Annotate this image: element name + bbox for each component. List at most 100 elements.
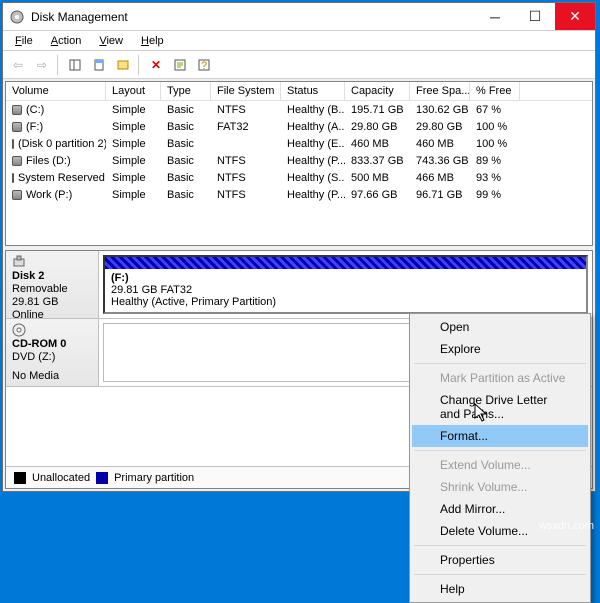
volume-free: 743.36 GB: [410, 154, 470, 168]
volume-capacity: 460 MB: [345, 137, 410, 151]
volume-name: (Disk 0 partition 2): [18, 138, 106, 150]
volume-row[interactable]: Work (P:)SimpleBasicNTFSHealthy (P...97.…: [6, 186, 592, 203]
show-hide-icon[interactable]: [64, 54, 86, 76]
volume-layout: Simple: [106, 120, 161, 134]
volume-icon: [12, 156, 22, 166]
col-capacity[interactable]: Capacity: [345, 82, 410, 100]
maximize-button[interactable]: ☐: [515, 3, 555, 30]
ctx-shrink: Shrink Volume...: [412, 476, 588, 498]
volume-layout: Simple: [106, 137, 161, 151]
volume-row[interactable]: (C:)SimpleBasicNTFSHealthy (B...195.71 G…: [6, 101, 592, 118]
close-button[interactable]: ✕: [555, 3, 595, 30]
volume-capacity: 500 MB: [345, 171, 410, 185]
cdrom-name: CD-ROM 0: [12, 338, 92, 350]
watermark: wsxdn.com: [539, 520, 594, 532]
volume-name: (C:): [26, 104, 44, 116]
volume-pct: 100 %: [470, 120, 520, 134]
volume-name: Work (P:): [26, 189, 72, 201]
volume-row[interactable]: Files (D:)SimpleBasicNTFSHealthy (P...83…: [6, 152, 592, 169]
volume-type: Basic: [161, 120, 211, 134]
properties-icon[interactable]: [169, 54, 191, 76]
cdrom-status: No Media: [12, 370, 92, 382]
volume-free: 96.71 GB: [410, 188, 470, 202]
col-layout[interactable]: Layout: [106, 82, 161, 100]
volume-type: Basic: [161, 188, 211, 202]
volume-icon: [12, 122, 22, 132]
volume-pct: 89 %: [470, 154, 520, 168]
volume-list[interactable]: Volume Layout Type File System Status Ca…: [5, 81, 593, 246]
volume-type: Basic: [161, 137, 211, 151]
cdrom-icon: [12, 323, 26, 337]
volume-pct: 93 %: [470, 171, 520, 185]
menu-file[interactable]: File: [7, 33, 41, 49]
volume-status: Healthy (A...: [281, 120, 345, 134]
back-icon[interactable]: ⇦: [7, 54, 29, 76]
menu-bar: File Action View Help: [3, 31, 595, 51]
disk-row-disk2: Disk 2 Removable 29.81 GB Online (F:) 29…: [6, 251, 592, 319]
ctx-format[interactable]: Format...: [412, 425, 588, 447]
partition-title: (F:): [111, 272, 580, 284]
menu-help[interactable]: Help: [133, 33, 172, 49]
ctx-extend: Extend Volume...: [412, 454, 588, 476]
partition-f[interactable]: (F:) 29.81 GB FAT32 Healthy (Active, Pri…: [103, 255, 588, 314]
volume-status: Healthy (P...: [281, 154, 345, 168]
volume-status: Healthy (S...: [281, 171, 345, 185]
title-bar[interactable]: Disk Management ─ ☐ ✕: [3, 3, 595, 31]
volume-pct: 99 %: [470, 188, 520, 202]
toolbar: ⇦ ⇨ ✕ ?: [3, 51, 595, 79]
disk2-label[interactable]: Disk 2 Removable 29.81 GB Online: [6, 251, 99, 318]
volume-name: Files (D:): [26, 155, 71, 167]
col-type[interactable]: Type: [161, 82, 211, 100]
col-filesystem[interactable]: File System: [211, 82, 281, 100]
settings-icon[interactable]: [112, 54, 134, 76]
menu-action[interactable]: Action: [43, 33, 90, 49]
volume-layout: Simple: [106, 103, 161, 117]
volume-list-header: Volume Layout Type File System Status Ca…: [6, 82, 592, 101]
volume-name: (F:): [26, 121, 43, 133]
partition-header: [105, 257, 586, 269]
volume-status: Healthy (P...: [281, 188, 345, 202]
col-free[interactable]: Free Spa...: [410, 82, 470, 100]
disk2-kind: Removable: [12, 283, 92, 295]
ctx-open[interactable]: Open: [412, 316, 588, 338]
volume-fs: NTFS: [211, 171, 281, 185]
delete-icon[interactable]: ✕: [145, 54, 167, 76]
minimize-button[interactable]: ─: [475, 3, 515, 30]
volume-icon: [12, 105, 22, 115]
volume-row[interactable]: (Disk 0 partition 2)SimpleBasic Healthy (…: [6, 135, 592, 152]
volume-status: Healthy (E...: [281, 137, 345, 151]
disk2-name: Disk 2: [12, 270, 92, 282]
volume-row[interactable]: (F:)SimpleBasicFAT32Healthy (A...29.80 G…: [6, 118, 592, 135]
ctx-change-letter[interactable]: Change Drive Letter and Paths...: [412, 389, 588, 425]
ctx-mark-active: Mark Partition as Active: [412, 367, 588, 389]
refresh-icon[interactable]: [88, 54, 110, 76]
window-title: Disk Management: [31, 10, 475, 24]
ctx-help[interactable]: Help: [412, 578, 588, 600]
volume-type: Basic: [161, 154, 211, 168]
partition-detail-status: Healthy (Active, Primary Partition): [111, 296, 580, 308]
volume-free: 29.80 GB: [410, 120, 470, 134]
legend-unallocated-color: [14, 472, 26, 484]
volume-pct: 100 %: [470, 137, 520, 151]
col-pct-free[interactable]: % Free: [470, 82, 520, 100]
volume-layout: Simple: [106, 154, 161, 168]
ctx-properties[interactable]: Properties: [412, 549, 588, 571]
volume-icon: [12, 190, 22, 200]
help-icon[interactable]: ?: [193, 54, 215, 76]
legend-primary-color: [96, 472, 108, 484]
volume-icon: [12, 173, 14, 183]
ctx-explore[interactable]: Explore: [412, 338, 588, 360]
volume-icon: [12, 139, 14, 149]
partition-detail-size: 29.81 GB FAT32: [111, 284, 580, 296]
menu-view[interactable]: View: [91, 33, 131, 49]
volume-row[interactable]: System ReservedSimpleBasicNTFSHealthy (S…: [6, 169, 592, 186]
ctx-mirror[interactable]: Add Mirror...: [412, 498, 588, 520]
col-volume[interactable]: Volume: [6, 82, 106, 100]
cdrom-label[interactable]: CD-ROM 0 DVD (Z:) No Media: [6, 319, 99, 386]
forward-icon[interactable]: ⇨: [31, 54, 53, 76]
cdrom-kind: DVD (Z:): [12, 351, 92, 363]
legend-unallocated-label: Unallocated: [32, 472, 90, 484]
volume-free: 460 MB: [410, 137, 470, 151]
volume-capacity: 195.71 GB: [345, 103, 410, 117]
col-status[interactable]: Status: [281, 82, 345, 100]
